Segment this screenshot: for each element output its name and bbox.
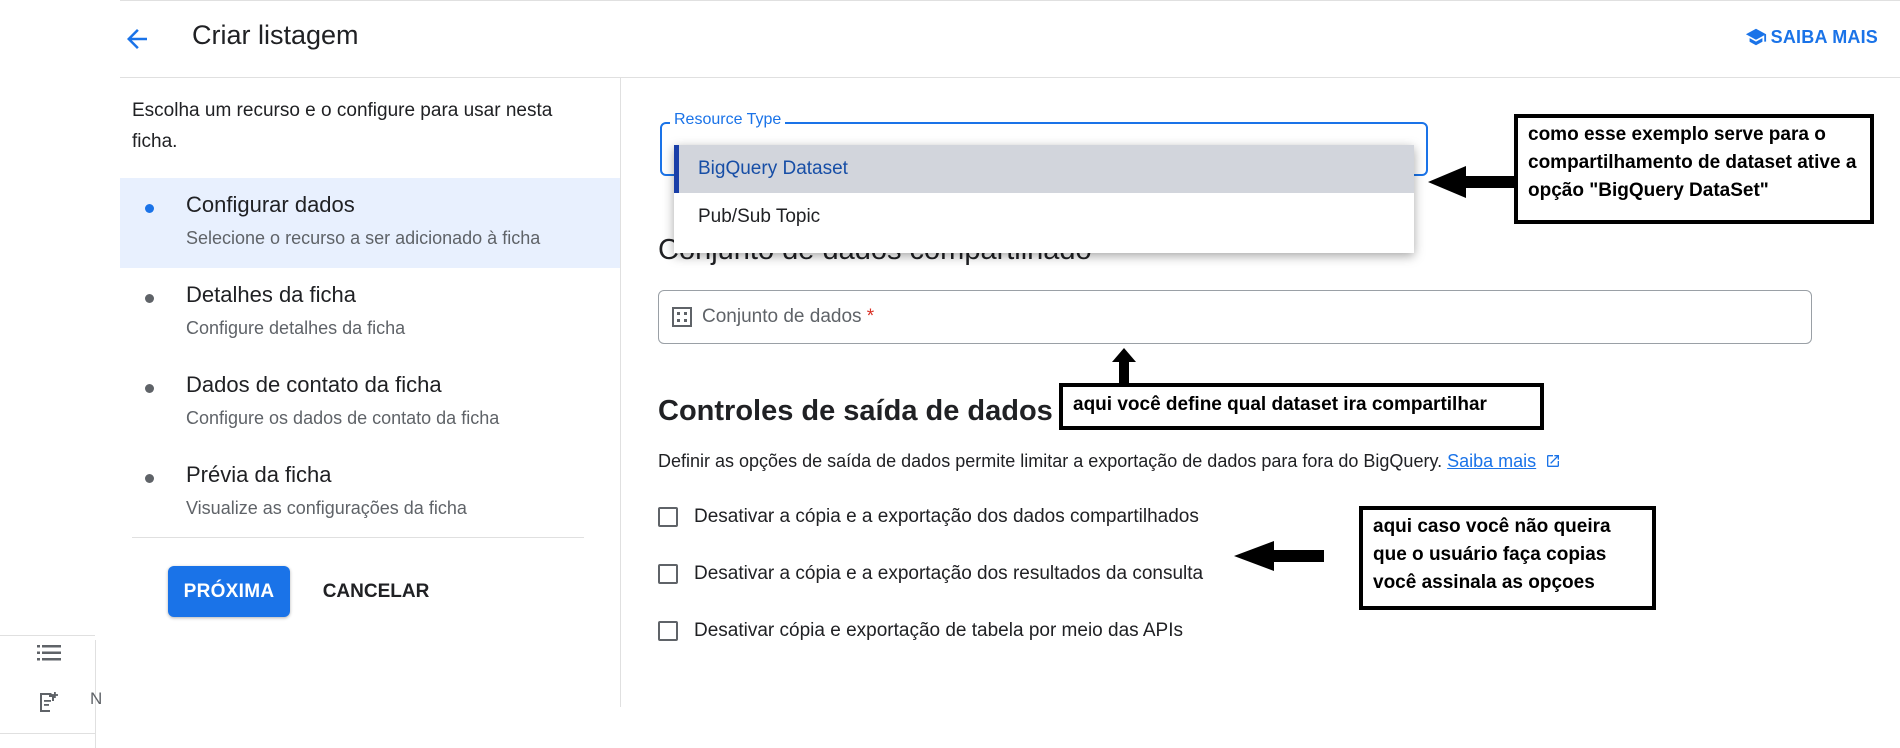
top-bar	[120, 0, 1900, 78]
checkbox-label: Desativar a cópia e a exportação dos dad…	[694, 506, 1199, 527]
egress-description-text: Definir as opções de saída de dados perm…	[658, 451, 1443, 471]
step-subtitle: Configure detalhes da ficha	[186, 318, 406, 338]
option-pubsub-topic[interactable]: Pub/Sub Topic	[674, 193, 1414, 241]
dataset-grid-icon	[672, 307, 692, 327]
stepper-divider	[132, 537, 584, 538]
step-title: Configurar dados	[186, 192, 355, 217]
step-subtitle: Configure os dados de contato da ficha	[186, 408, 500, 428]
page-title: Criar listagem	[192, 20, 359, 50]
required-mark: *	[866, 306, 875, 327]
annotation-note-dataset: aqui você define qual dataset ira compar…	[1059, 383, 1544, 430]
step-listing-details[interactable]: Detalhes da ficha Configure detalhes da …	[120, 268, 620, 358]
checkbox-row[interactable]: Desativar cópia e exportação de tabela p…	[658, 620, 1183, 642]
step-configure-data[interactable]: Configurar dados Selecione o recurso a s…	[120, 178, 620, 268]
resource-type-label: Resource Type	[670, 111, 786, 129]
learn-more-button[interactable]: SAIBA MAIS	[1745, 26, 1878, 48]
step-contact-data[interactable]: Dados de contato da ficha Configure os d…	[120, 358, 620, 448]
learn-more-label: SAIBA MAIS	[1770, 26, 1878, 47]
rail-divider	[0, 635, 95, 636]
annotation-arrow-left-icon	[1234, 541, 1324, 571]
learn-more-link[interactable]: Saiba mais	[1447, 451, 1536, 471]
list-icon[interactable]	[37, 644, 61, 662]
resource-type-dropdown: BigQuery Dataset Pub/Sub Topic	[674, 145, 1414, 253]
checkbox-label: Desativar a cópia e a exportação dos res…	[694, 563, 1204, 584]
dataset-placeholder-text: Conjunto de dados	[702, 306, 862, 327]
checkbox-label: Desativar cópia e exportação de tabela p…	[694, 620, 1184, 641]
dataset-placeholder: Conjunto de dados *	[702, 306, 874, 328]
step-subtitle: Selecione o recurso a ser adicionado à f…	[186, 228, 541, 248]
step-bullet	[145, 204, 154, 213]
disable-copy-table-api-checkbox[interactable]	[658, 621, 678, 641]
rail-truncated-label: N	[90, 689, 103, 708]
open-in-new-icon[interactable]	[1545, 453, 1561, 469]
step-bullet	[145, 474, 154, 483]
egress-controls-heading: Controles de saída de dados	[658, 395, 1053, 427]
stepper-description: Escolha um recurso e o configure para us…	[132, 100, 553, 152]
next-button[interactable]: PRÓXIMA	[168, 566, 290, 617]
annotation-arrow-up-icon	[1112, 348, 1136, 386]
step-title: Prévia da ficha	[186, 462, 332, 487]
checkbox-row[interactable]: Desativar a cópia e a exportação dos res…	[658, 563, 1203, 585]
school-icon	[1745, 28, 1766, 46]
annotation-note-resource-type: como esse exemplo serve para o compartil…	[1514, 114, 1874, 224]
step-subtitle: Visualize as configurações da ficha	[186, 498, 467, 518]
disable-copy-shared-data-checkbox[interactable]	[658, 507, 678, 527]
option-bigquery-dataset[interactable]: BigQuery Dataset	[674, 145, 1414, 193]
step-title: Dados de contato da ficha	[186, 372, 442, 397]
note-add-icon[interactable]	[36, 690, 60, 714]
step-bullet	[145, 384, 154, 393]
step-title: Detalhes da ficha	[186, 282, 356, 307]
cancel-button[interactable]: CANCELAR	[312, 566, 440, 617]
step-bullet	[145, 294, 154, 303]
step-preview[interactable]: Prévia da ficha Visualize as configuraçõ…	[120, 448, 620, 538]
annotation-note-checkboxes: aqui caso você não queira que o usuário …	[1359, 506, 1656, 610]
annotation-arrow-left-icon	[1428, 166, 1516, 198]
disable-copy-query-results-checkbox[interactable]	[658, 564, 678, 584]
rail-divider	[0, 733, 95, 734]
egress-description: Definir as opções de saída de dados perm…	[658, 451, 1561, 472]
checkbox-row[interactable]: Desativar a cópia e a exportação dos dad…	[658, 506, 1199, 528]
arrow-back-icon[interactable]	[122, 24, 152, 54]
